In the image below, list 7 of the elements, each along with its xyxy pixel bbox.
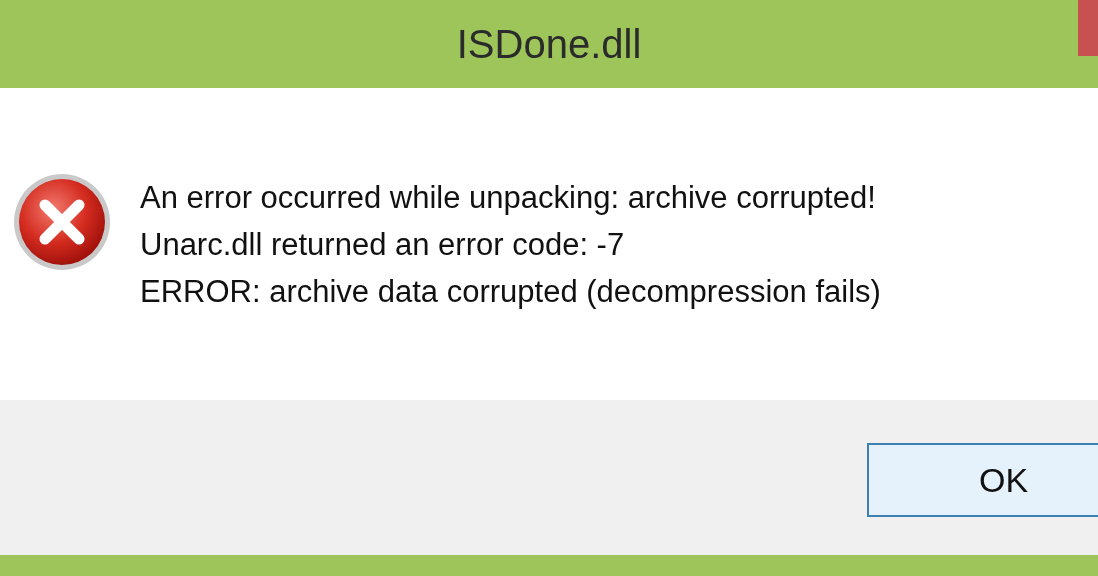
window-title: ISDone.dll [456, 21, 642, 68]
close-button[interactable] [1078, 0, 1098, 56]
ok-button[interactable]: OK [867, 443, 1098, 517]
message-line: ERROR: archive data corrupted (decompression fails) [140, 273, 881, 311]
message-line: An error occurred while unpacking: archive corrupted! [140, 179, 877, 217]
error-icon [12, 172, 112, 272]
message-line: Unarc.dll returned an error code: -7 [140, 226, 626, 264]
